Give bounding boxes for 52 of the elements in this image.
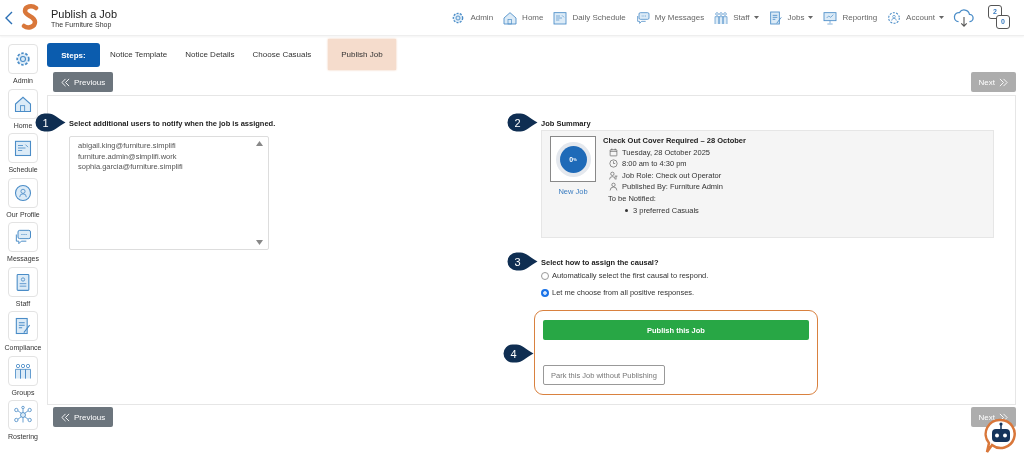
radio-button[interactable] <box>541 271 549 280</box>
calendar-icon <box>609 147 618 157</box>
previous-button[interactable]: Previous <box>53 407 114 427</box>
scroll-down-icon <box>256 240 263 245</box>
double-chevron-icon <box>61 77 70 87</box>
step-tab[interactable]: Notice Details <box>184 39 245 70</box>
back-icon[interactable] <box>5 10 13 25</box>
callout-marker: 3 <box>507 252 538 271</box>
people-icon <box>713 9 730 26</box>
page-title: Publish a Job <box>51 7 118 20</box>
caret-icon <box>939 16 944 19</box>
chat-icon <box>13 227 33 247</box>
caret-icon <box>808 16 814 19</box>
nav-link[interactable]: Home <box>502 9 544 26</box>
nav-link[interactable]: Reporting <box>822 9 878 26</box>
step-tab[interactable]: Publish Job <box>328 39 396 70</box>
double-chevron-icon <box>999 412 1008 422</box>
radio-button[interactable] <box>541 288 549 297</box>
callout-marker: 1 <box>35 113 66 132</box>
step-tab[interactable]: Choose Casuals <box>251 39 322 70</box>
gear-icon <box>886 9 903 26</box>
double-chevron-icon <box>999 77 1008 87</box>
nav-link[interactable]: Account <box>886 9 944 26</box>
bullet-icon <box>625 208 628 212</box>
document-pen-icon <box>13 316 33 336</box>
cloud-download-icon[interactable] <box>953 7 975 28</box>
schedule-icon <box>552 9 569 26</box>
clock-icon <box>609 159 618 169</box>
previous-button[interactable]: Previous <box>53 72 114 92</box>
chat-icon <box>634 9 651 26</box>
nav-link[interactable]: Admin <box>450 9 494 26</box>
people-icon <box>609 170 618 180</box>
callout-marker: 4 <box>503 344 534 363</box>
nav-link[interactable]: Staff <box>713 9 759 26</box>
monitor-icon <box>822 9 839 26</box>
steps-label: Steps: <box>47 43 100 67</box>
house-icon <box>502 9 519 26</box>
step-tab[interactable]: Notice Template <box>109 39 178 70</box>
nav-link[interactable]: My Messages <box>634 9 705 26</box>
profile-icon <box>13 182 33 203</box>
gear-icon <box>13 49 33 69</box>
person-icon <box>609 182 618 192</box>
nav-link[interactable]: Jobs <box>767 9 814 26</box>
double-chevron-icon <box>61 412 70 422</box>
network-icon <box>13 405 33 425</box>
logo-icon[interactable] <box>20 3 40 32</box>
callout-marker: 2 <box>507 113 538 132</box>
scroll-up-icon <box>256 141 263 146</box>
document-pen-icon <box>767 9 784 26</box>
schedule-icon <box>13 138 33 158</box>
nav-link[interactable]: Daily Schedule <box>552 9 626 26</box>
caret-icon <box>753 16 759 19</box>
